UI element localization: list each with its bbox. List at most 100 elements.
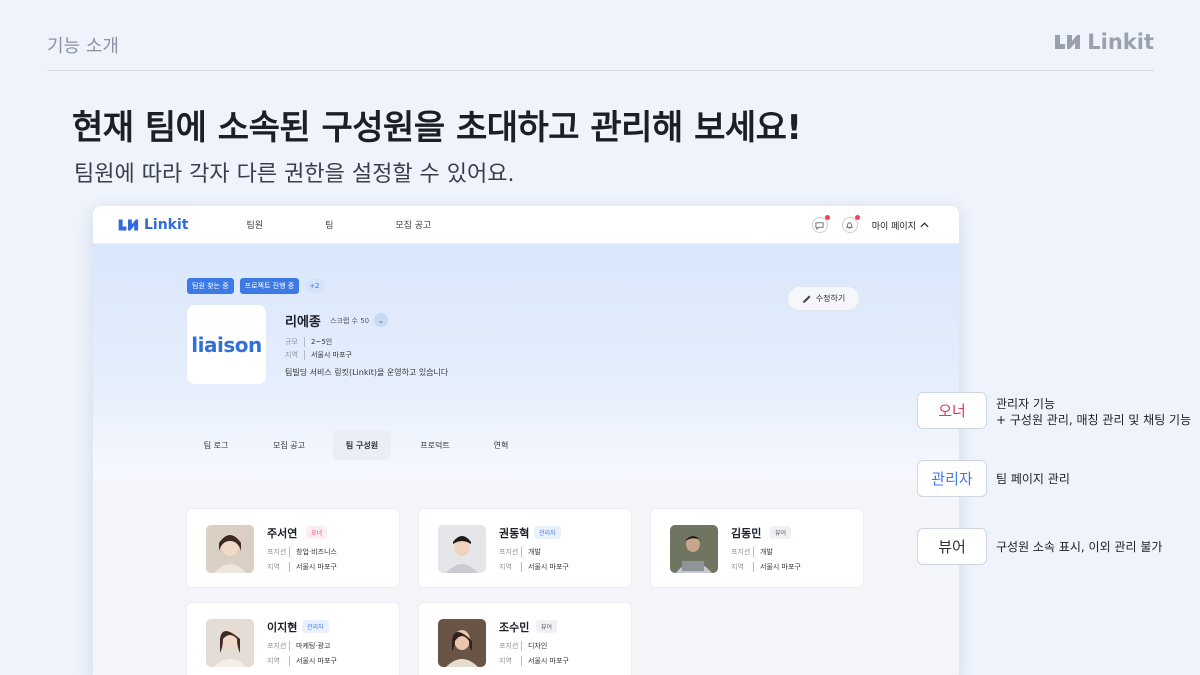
member-region: 지역 서울시 마포구 — [731, 562, 801, 572]
member-card[interactable]: 조수민 뷰어 포지션 디자인 지역 서울시 마포구 — [418, 602, 632, 675]
team-name: 리에종 — [285, 315, 321, 330]
nav-item-team[interactable]: 팀 — [325, 218, 333, 231]
role-legend-admin-desc: 팀 페이지 관리 — [996, 472, 1070, 486]
tab-team-log[interactable]: 팀 로그 — [187, 430, 245, 460]
region-label: 지역 — [267, 562, 290, 572]
bell-notification-dot — [854, 215, 860, 220]
team-tabs: 팀 로그 모집 공고 팀 구성원 프로덕트 연혁 — [187, 430, 523, 460]
brand-name: Linkit — [1087, 30, 1154, 54]
chevron-up-icon — [920, 222, 929, 228]
position-value: 디자인 — [528, 642, 548, 650]
role-badge: 뷰어 — [770, 526, 792, 539]
team-logo: liaison — [187, 305, 266, 384]
avatar — [438, 619, 486, 667]
team-size-value: 2~5인 — [311, 338, 333, 346]
region-value: 서울시 마포구 — [760, 563, 801, 571]
member-card[interactable]: 권동혁 관리자 포지션 개발 지역 서울시 마포구 — [418, 508, 632, 588]
position-value: 마케팅·광고 — [296, 642, 331, 650]
member-card[interactable]: 주서연 오너 포지션 창업·비즈니스 지역 서울시 마포구 — [186, 508, 400, 588]
app-logo-text: Linkit — [144, 216, 189, 233]
team-tag: 프로젝트 진행 중 — [239, 278, 300, 294]
team-tags: 팀원 찾는 중 프로젝트 진행 중 +2 — [187, 278, 324, 294]
member-region: 지역 서울시 마포구 — [267, 562, 337, 572]
position-label: 포지션 — [731, 547, 754, 557]
member-region: 지역 서울시 마포구 — [499, 562, 569, 572]
edit-button-label: 수정하기 — [815, 294, 846, 303]
team-tag: 팀원 찾는 중 — [187, 278, 234, 294]
position-label: 포지션 — [499, 641, 522, 651]
position-value: 개발 — [528, 548, 541, 556]
nav-item-members[interactable]: 팀원 — [247, 218, 264, 231]
region-label: 지역 — [731, 562, 754, 572]
team-description: 팀빌딩 서비스 링킷(Linkit)을 운영하고 있습니다 — [285, 368, 449, 377]
member-name: 이지현 — [267, 621, 298, 634]
role-legend-owner: 오너 — [917, 392, 987, 429]
brand-logo: Linkit — [1053, 30, 1154, 54]
app-window: Linkit 팀원 팀 모집 공고 마이 페이지 팀원 찾는 중 프로젝트 진행… — [93, 206, 959, 675]
tab-product[interactable]: 프로덕트 — [391, 430, 479, 460]
position-label: 포지션 — [499, 547, 522, 557]
region-value: 서울시 마포구 — [296, 657, 337, 665]
tab-history[interactable]: 연혁 — [479, 430, 523, 460]
header-divider — [47, 70, 1154, 71]
region-value: 서울시 마포구 — [528, 563, 569, 571]
edit-button[interactable]: 수정하기 — [787, 286, 860, 311]
bell-icon[interactable] — [841, 215, 860, 233]
region-value: 서울시 마포구 — [528, 657, 569, 665]
owner-desc-line2: + 구성원 관리, 매칭 관리 및 채팅 기능 — [996, 413, 1192, 427]
tab-team-members[interactable]: 팀 구성원 — [333, 430, 391, 460]
linkit-logo-icon — [1055, 35, 1081, 49]
region-label: 지역 — [267, 656, 290, 666]
member-card[interactable]: 김동민 뷰어 포지션 개발 지역 서울시 마포구 — [650, 508, 864, 588]
slide-section-label: 기능 소개 — [47, 36, 119, 57]
headline-pre: 현재 팀에 소속된 — [72, 108, 322, 148]
member-position: 포지션 개발 — [499, 547, 541, 557]
member-name: 주서연 — [267, 527, 298, 540]
team-size-label: 규모 — [285, 337, 305, 347]
mypage-label: 마이 페이지 — [871, 221, 916, 232]
pencil-icon — [802, 295, 811, 303]
team-size-row: 규모 2~5인 — [285, 337, 332, 347]
region-label: 지역 — [499, 562, 522, 572]
avatar — [206, 619, 254, 667]
team-region-label: 지역 — [285, 350, 305, 360]
member-position: 포지션 창업·비즈니스 — [267, 547, 337, 557]
subheadline: 팀원에 따라 각자 다른 권한을 설정할 수 있어요. — [74, 162, 515, 187]
member-region: 지역 서울시 마포구 — [267, 656, 337, 666]
owner-desc-line1: 관리자 기능 — [996, 397, 1056, 411]
role-legend-owner-desc: 관리자 기능 + 구성원 관리, 매칭 관리 및 채팅 기능 — [996, 396, 1191, 428]
members-section: 주서연 오너 포지션 창업·비즈니스 지역 서울시 마포구 권동혁 관리자 포지션 개… — [93, 480, 959, 675]
nav-item-recruit[interactable]: 모집 공고 — [395, 218, 431, 231]
scrap-count: 스크랩 수 50 — [330, 317, 370, 325]
role-legend-admin: 관리자 — [917, 460, 987, 497]
member-position: 포지션 마케팅·광고 — [267, 641, 330, 651]
headline-post: 을 초대하고 관리해 보세요! — [413, 108, 802, 148]
member-name: 조수민 — [499, 621, 530, 634]
chevron-down-icon[interactable]: ⌄ — [374, 313, 388, 327]
position-label: 포지션 — [267, 641, 290, 651]
chat-notification-dot — [824, 215, 830, 220]
more-tags-badge[interactable]: +2 — [305, 279, 324, 293]
headline-bold: 구성원 — [321, 108, 414, 148]
avatar — [438, 525, 486, 573]
member-region: 지역 서울시 마포구 — [499, 656, 569, 666]
position-value: 창업·비즈니스 — [296, 548, 337, 556]
chat-icon[interactable] — [811, 215, 830, 233]
avatar — [206, 525, 254, 573]
team-region-row: 지역 서울시 마포구 — [285, 350, 352, 360]
role-legend-viewer: 뷰어 — [917, 528, 987, 565]
role-badge: 오너 — [306, 526, 328, 539]
member-position: 포지션 개발 — [731, 547, 773, 557]
role-badge: 뷰어 — [536, 620, 558, 633]
region-value: 서울시 마포구 — [296, 563, 337, 571]
headline: 현재 팀에 소속된 구성원을 초대하고 관리해 보세요! — [72, 100, 802, 149]
mypage-menu[interactable]: 마이 페이지 — [872, 219, 929, 232]
tab-recruit[interactable]: 모집 공고 — [245, 430, 333, 460]
member-card[interactable]: 이지현 관리자 포지션 마케팅·광고 지역 서울시 마포구 — [186, 602, 400, 675]
role-badge: 관리자 — [534, 526, 561, 539]
team-region-value: 서울시 마포구 — [311, 351, 352, 359]
member-name: 권동혁 — [499, 527, 530, 540]
position-label: 포지션 — [267, 547, 290, 557]
app-logo[interactable]: Linkit — [117, 217, 189, 233]
top-nav: Linkit 팀원 팀 모집 공고 마이 페이지 — [93, 206, 959, 244]
